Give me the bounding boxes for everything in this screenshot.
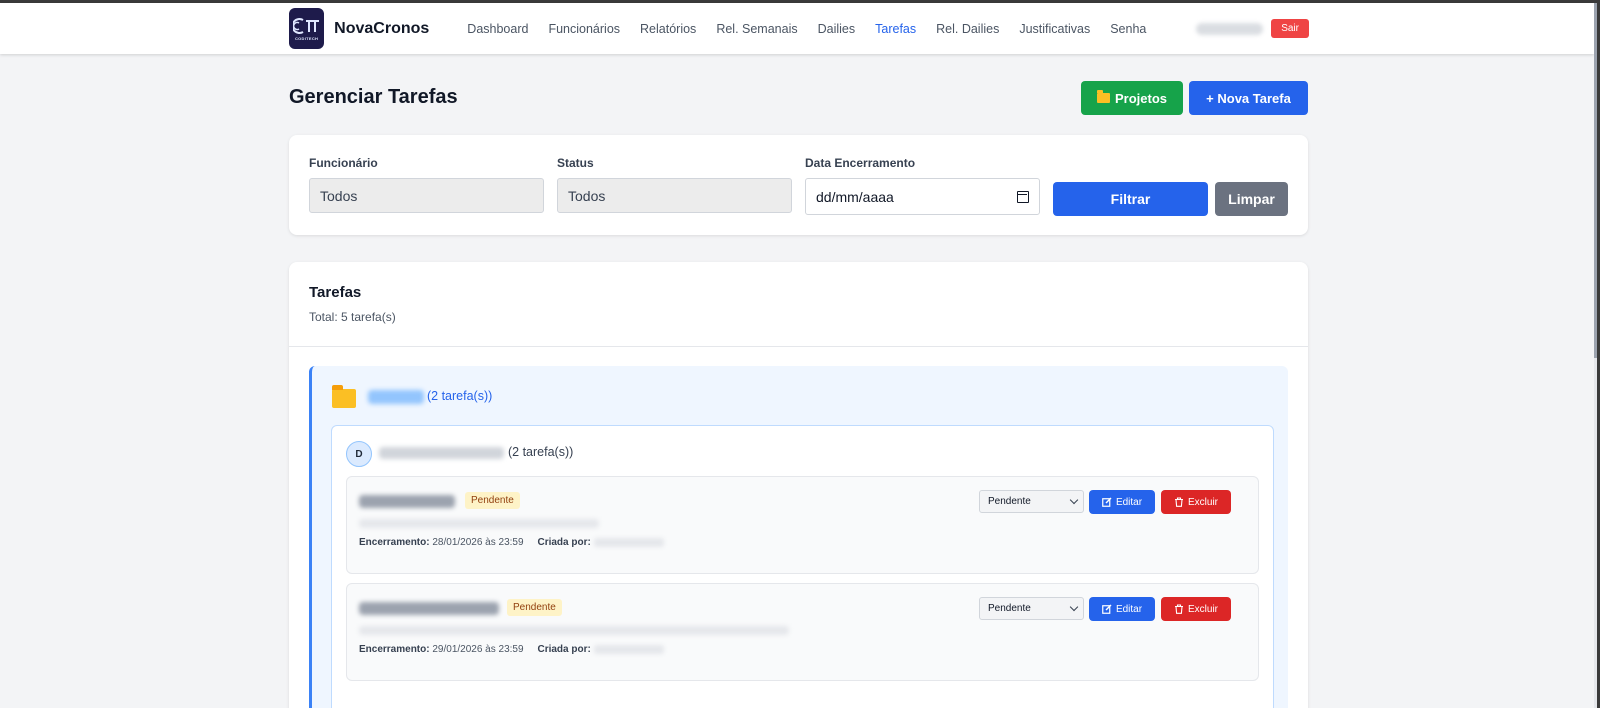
trash-icon <box>1174 497 1183 507</box>
edit-task-button[interactable]: Editar <box>1089 490 1155 514</box>
delete-task-button[interactable]: Excluir <box>1161 490 1231 514</box>
status-filter-label: Status <box>557 156 594 170</box>
nav-links: Dashboard Funcionários Relatórios Rel. S… <box>467 22 1166 36</box>
edit-label: Editar <box>1115 603 1143 615</box>
project-task-count: (2 tarefa(s)) <box>427 389 493 403</box>
logo-mark-icon <box>292 17 319 34</box>
task-status-select[interactable]: Pendente <box>979 597 1084 620</box>
task-item: Pendente Encerramento: 28/01/2026 às 23:… <box>346 476 1259 574</box>
status-filter-select[interactable]: Todos <box>557 178 792 213</box>
projects-button-label: Projetos <box>1114 90 1167 106</box>
status-badge: Pendente <box>465 492 520 509</box>
folder-icon <box>332 385 356 408</box>
tasks-card: Tarefas Total: 5 tarefa(s) (2 tarefa(s))… <box>289 262 1308 708</box>
nav-link-tarefas[interactable]: Tarefas <box>875 22 916 36</box>
employee-filter-select[interactable]: Todos <box>309 178 544 213</box>
created-by-redacted <box>593 644 664 654</box>
created-by-label: Criada por: <box>537 644 591 655</box>
logout-button[interactable]: Sair <box>1271 19 1309 38</box>
nav-link-senha[interactable]: Senha <box>1110 22 1146 36</box>
task-description-redacted <box>359 626 789 635</box>
delete-task-button[interactable]: Excluir <box>1161 597 1231 621</box>
nav-link-rel-semanais[interactable]: Rel. Semanais <box>716 22 797 36</box>
page-title: Gerenciar Tarefas <box>289 86 458 108</box>
task-item: Pendente Encerramento: 29/01/2026 às 23:… <box>346 583 1259 681</box>
user-group: D (2 tarefa(s)) Pendente Encerramento: 2… <box>331 425 1274 708</box>
closing-label: Encerramento: <box>359 644 430 655</box>
nav-user-name-redacted <box>1196 22 1264 35</box>
project-group: (2 tarefa(s)) D (2 tarefa(s)) Pendente E… <box>309 366 1288 708</box>
edit-task-button[interactable]: Editar <box>1089 597 1155 621</box>
task-status-value: Pendente <box>988 496 1031 507</box>
created-by-redacted <box>593 537 664 547</box>
task-description-redacted <box>359 519 599 528</box>
avatar: D <box>346 441 372 467</box>
calendar-icon[interactable] <box>1017 190 1029 203</box>
folder-icon <box>1096 90 1110 103</box>
nav-link-relatorios[interactable]: Relatórios <box>640 22 696 36</box>
chevron-down-icon <box>1069 602 1079 612</box>
task-status-select[interactable]: Pendente <box>979 490 1084 513</box>
logo-text: CODITECH <box>294 35 319 41</box>
edit-icon <box>1102 604 1112 614</box>
tasks-total: Total: 5 tarefa(s) <box>309 310 396 324</box>
date-filter-placeholder: dd/mm/aaaa <box>816 188 894 205</box>
divider <box>289 346 1308 347</box>
tasks-section-title: Tarefas <box>309 284 362 301</box>
date-filter-label: Data Encerramento <box>805 156 916 170</box>
task-status-value: Pendente <box>988 603 1031 614</box>
nav-link-funcionarios[interactable]: Funcionários <box>548 22 620 36</box>
new-task-button[interactable]: + Nova Tarefa <box>1189 81 1308 115</box>
task-meta: Encerramento: 29/01/2026 às 23:59 Criada… <box>359 644 664 655</box>
chevron-down-icon <box>1069 495 1079 505</box>
closing-value: 28/01/2026 às 23:59 <box>432 537 524 548</box>
employee-filter-label: Funcionário <box>309 156 378 170</box>
closing-value: 29/01/2026 às 23:59 <box>432 644 524 655</box>
clear-button[interactable]: Limpar <box>1215 182 1288 216</box>
task-title-redacted <box>359 602 499 615</box>
nav-link-dailies[interactable]: Dailies <box>818 22 856 36</box>
brand-logo[interactable]: CODITECH <box>289 8 325 49</box>
user-task-count: (2 tarefa(s)) <box>508 445 574 459</box>
user-name-redacted <box>379 447 504 459</box>
task-meta: Encerramento: 28/01/2026 às 23:59 Criada… <box>359 537 664 548</box>
trash-icon <box>1174 604 1183 614</box>
closing-label: Encerramento: <box>359 537 430 548</box>
brand-name[interactable]: NovaCronos <box>334 20 429 38</box>
nav-link-rel-dailies[interactable]: Rel. Dailies <box>936 22 999 36</box>
top-navbar: CODITECH NovaCronos Dashboard Funcionári… <box>0 3 1594 54</box>
filter-button[interactable]: Filtrar <box>1053 182 1208 216</box>
created-by-label: Criada por: <box>537 537 591 548</box>
delete-label: Excluir <box>1187 496 1218 508</box>
navbar-inner: CODITECH NovaCronos Dashboard Funcionári… <box>289 3 1309 54</box>
date-filter-input[interactable]: dd/mm/aaaa <box>805 178 1040 215</box>
task-title-redacted <box>359 495 455 508</box>
nav-link-dashboard[interactable]: Dashboard <box>467 22 528 36</box>
delete-label: Excluir <box>1187 603 1218 615</box>
status-badge: Pendente <box>507 599 562 616</box>
edit-label: Editar <box>1115 496 1143 508</box>
edit-icon <box>1102 497 1112 507</box>
nav-link-justificativas[interactable]: Justificativas <box>1019 22 1090 36</box>
filter-card: Funcionário Todos Status Todos Data Ence… <box>289 135 1308 235</box>
projects-button[interactable]: Projetos <box>1081 81 1183 115</box>
project-name-redacted[interactable] <box>368 390 424 404</box>
